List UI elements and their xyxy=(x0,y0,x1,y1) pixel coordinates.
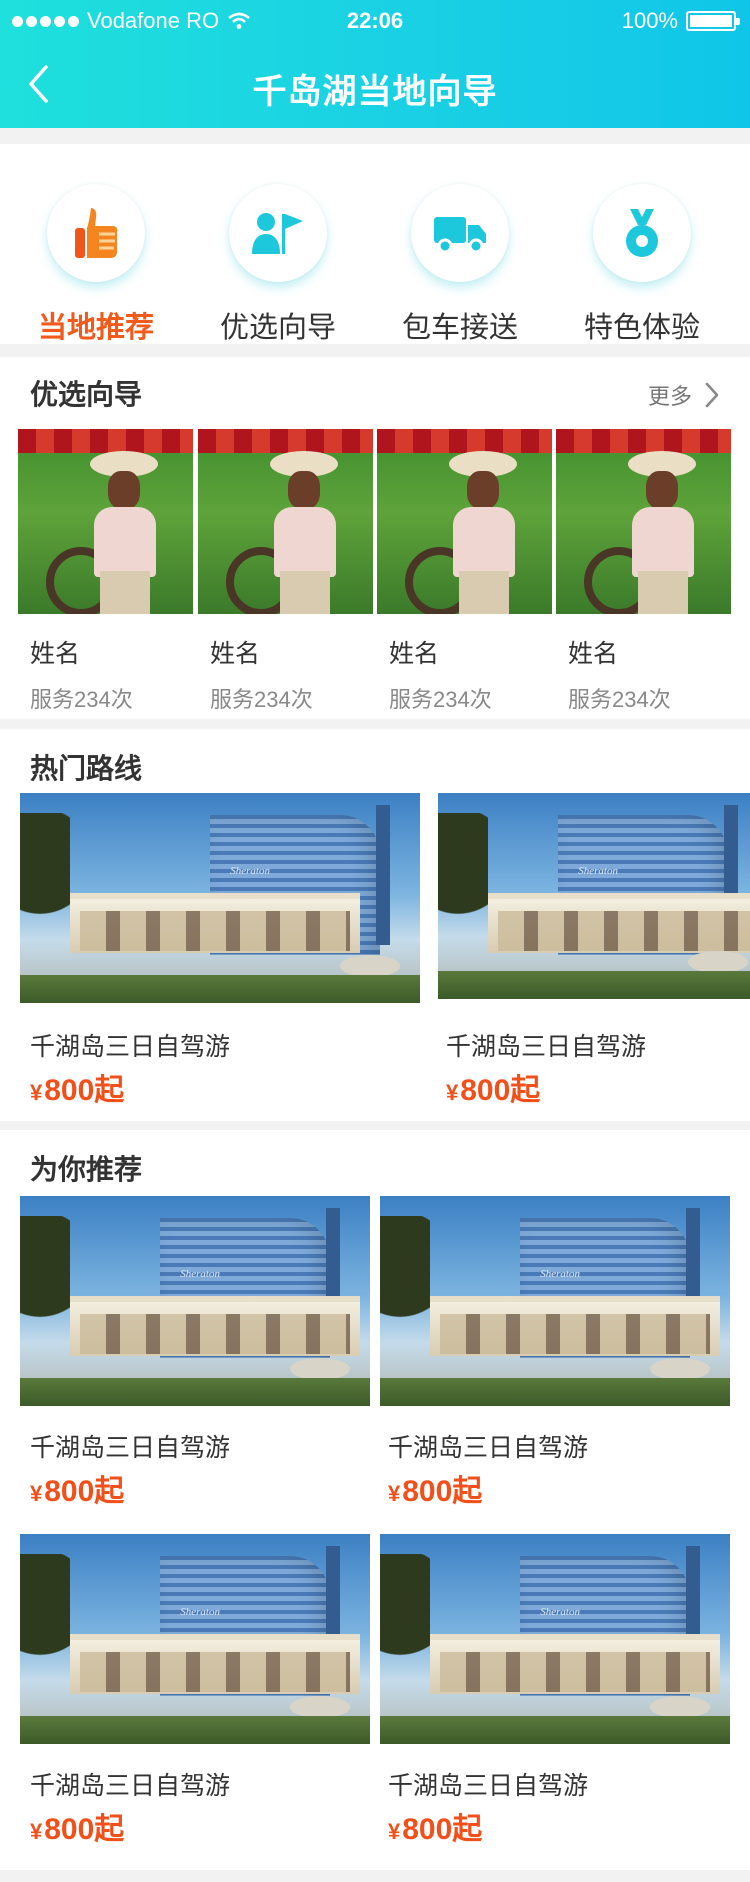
category-label: 包车接送 xyxy=(401,312,518,344)
route-card[interactable]: Sheraton 千湖岛三日自驾游 ¥800起 xyxy=(20,793,420,1107)
guide-card[interactable]: 姓名 服务234次 xyxy=(18,429,193,714)
thumbs-up-icon xyxy=(75,208,118,258)
more-label: 更多 xyxy=(647,384,692,409)
recommend-title: 千湖岛三日自驾游 xyxy=(388,1772,589,1800)
recommend-price: ¥800起 xyxy=(388,1813,483,1846)
more-link[interactable]: 更多 xyxy=(648,379,720,411)
recommend-image: Sheraton xyxy=(20,1534,370,1744)
hot-routes-section: 热门路线 Sheraton 千湖岛三日自驾游 ¥800起 Sheraton 千湖… xyxy=(0,729,750,1121)
guide-name: 姓名 xyxy=(210,640,261,668)
guide-photo xyxy=(18,429,193,614)
guide-service-count: 服务234次 xyxy=(568,687,671,712)
category-icon-circle xyxy=(411,184,509,282)
status-right: 100% xyxy=(621,8,740,34)
recommend-card[interactable]: Sheraton 千湖岛三日自驾游 ¥800起 xyxy=(20,1196,370,1508)
recommend-price: ¥800起 xyxy=(30,1813,125,1846)
medal-icon xyxy=(626,209,658,257)
route-price: ¥800起 xyxy=(30,1074,125,1107)
van-icon xyxy=(434,217,486,253)
category-preferred-guide[interactable]: 优选向导 xyxy=(188,184,368,346)
guide-card[interactable]: 姓名 服务234次 xyxy=(556,429,731,714)
recommend-price: ¥800起 xyxy=(30,1475,125,1508)
chevron-right-icon xyxy=(705,382,719,408)
navbar: 千岛湖当地向导 xyxy=(0,42,750,128)
battery-icon xyxy=(686,11,740,31)
guide-name: 姓名 xyxy=(389,640,440,668)
guide-card[interactable]: 姓名 服务234次 xyxy=(198,429,373,714)
guide-service-count: 服务234次 xyxy=(210,687,313,712)
route-title: 千湖岛三日自驾游 xyxy=(446,1033,647,1061)
guide-flag-icon xyxy=(252,213,303,254)
section-title: 热门路线 xyxy=(30,753,143,784)
recommend-title: 千湖岛三日自驾游 xyxy=(388,1434,589,1462)
category-label: 特色体验 xyxy=(583,312,700,344)
route-price: ¥800起 xyxy=(446,1074,541,1107)
category-special-experience[interactable]: 特色体验 xyxy=(552,184,732,346)
route-image: Sheraton xyxy=(438,793,750,999)
category-label: 当地推荐 xyxy=(37,312,154,344)
recommend-image: Sheraton xyxy=(380,1196,730,1406)
route-card[interactable]: Sheraton 千湖岛三日自驾游 ¥800起 xyxy=(438,793,750,1107)
section-title: 优选向导 xyxy=(30,379,143,410)
category-icon-circle xyxy=(47,184,145,282)
category-label: 优选向导 xyxy=(219,312,336,344)
recommend-title: 千湖岛三日自驾游 xyxy=(30,1772,231,1800)
category-icon-circle xyxy=(229,184,327,282)
section-title: 为你推荐 xyxy=(30,1154,143,1185)
recommend-card[interactable]: Sheraton 千湖岛三日自驾游 ¥800起 xyxy=(20,1534,370,1846)
header: Vodafone RO 22:06 100% 千岛湖当地向导 xyxy=(0,0,750,128)
category-icon-circle xyxy=(593,184,691,282)
page-title: 千岛湖当地向导 xyxy=(252,73,498,111)
recommend-card[interactable]: Sheraton 千湖岛三日自驾游 ¥800起 xyxy=(380,1196,730,1508)
guide-photo xyxy=(198,429,373,614)
guide-name: 姓名 xyxy=(568,640,619,668)
category-car-transfer[interactable]: 包车接送 xyxy=(370,184,550,346)
recommend-section: 为你推荐 Sheraton 千湖岛三日自驾游 ¥800起 Sheraton 千湖… xyxy=(0,1130,750,1870)
category-section: 当地推荐 优选向导 包车接送 特色体验 xyxy=(0,144,750,344)
guide-photo xyxy=(377,429,552,614)
recommend-card[interactable]: Sheraton 千湖岛三日自驾游 ¥800起 xyxy=(380,1534,730,1846)
battery-label: 100% xyxy=(621,8,678,33)
category-local-recommend[interactable]: 当地推荐 xyxy=(6,184,186,346)
recommend-image: Sheraton xyxy=(20,1196,370,1406)
guide-service-count: 服务234次 xyxy=(389,687,492,712)
guides-section: 优选向导 更多 姓名 服务234次 姓名 服务234次 姓名 服务234次 姓名… xyxy=(0,357,750,719)
guide-card[interactable]: 姓名 服务234次 xyxy=(377,429,552,714)
route-image: Sheraton xyxy=(20,793,420,1003)
guide-name: 姓名 xyxy=(30,640,81,668)
status-bar: Vodafone RO 22:06 100% xyxy=(0,0,750,42)
guide-photo xyxy=(556,429,731,614)
recommend-image: Sheraton xyxy=(380,1534,730,1744)
recommend-price: ¥800起 xyxy=(388,1475,483,1508)
recommend-title: 千湖岛三日自驾游 xyxy=(30,1434,231,1462)
route-title: 千湖岛三日自驾游 xyxy=(30,1033,231,1061)
guide-service-count: 服务234次 xyxy=(30,687,133,712)
